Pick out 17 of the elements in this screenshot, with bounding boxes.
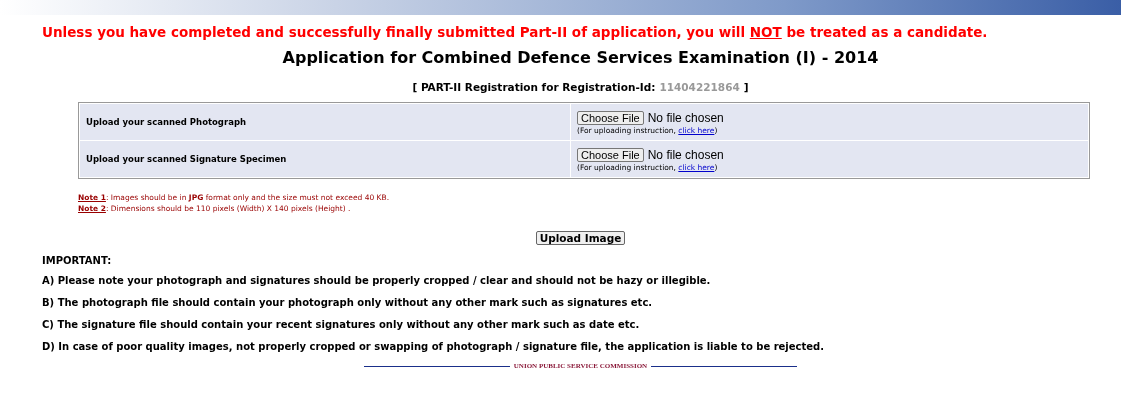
registration-bracket: ]	[743, 81, 749, 93]
registration-label: [ PART-II Registration for Registration-Id:	[412, 81, 656, 93]
choose-file-button[interactable]: Choose File	[577, 148, 644, 162]
upload-image-button[interactable]: Upload Image	[535, 231, 626, 245]
file-status: No file chosen	[647, 148, 724, 162]
instruction-text: C) The signature file should contain your recent signatures only without any other mark such as date etc.	[42, 318, 641, 331]
instruction-text: D) In case of poor quality images, not properly cropped or swapping of photograph / signature file, the application is liable to be rejected.	[42, 340, 826, 353]
choose-file-button[interactable]: Choose File	[577, 111, 644, 125]
instruction-text: A) Please note your photograph and signatures should be properly cropped / clear and should not be hazy or illegible.	[42, 274, 712, 287]
file-status: No file chosen	[647, 111, 724, 125]
table-cell: Upload your scanned Photograph	[80, 104, 570, 140]
instruction-text: B) The photograph file should contain your photograph only without any other mark such as signatures etc.	[42, 296, 654, 309]
registration-id: 11404221864	[659, 81, 740, 93]
important-heading: IMPORTANT:	[42, 255, 113, 266]
page-title: Application for Combined Defence Services Examination (I) - 2014	[281, 48, 880, 67]
table-cell: Upload your scanned Signature Specimen	[80, 141, 570, 177]
warning-message: Unless you have completed and successfully finally submitted Part-II of application, you will NOT be treated as a candidate.	[42, 24, 989, 40]
